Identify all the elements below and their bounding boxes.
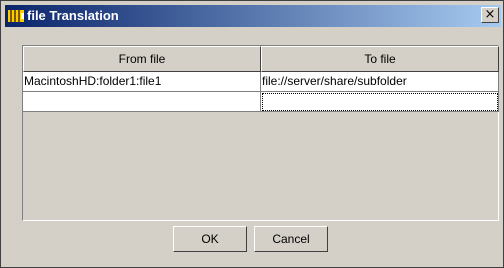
- column-header-from-file[interactable]: From file: [23, 46, 261, 72]
- table-row[interactable]: [23, 92, 499, 112]
- to-file-cell[interactable]: [261, 92, 499, 112]
- ok-button[interactable]: OK: [173, 226, 247, 252]
- table-header: From file To file: [23, 46, 499, 72]
- to-file-cell[interactable]: file://server/share/subfolder: [261, 72, 499, 92]
- file-translation-dialog: file Translation × From file To file Mac…: [0, 0, 504, 268]
- from-file-cell[interactable]: [23, 92, 261, 112]
- from-file-cell[interactable]: MacintoshHD:folder1:file1: [23, 72, 261, 92]
- title-bar[interactable]: file Translation ×: [5, 5, 501, 27]
- app-icon: [8, 10, 24, 22]
- translation-table: From file To file MacintoshHD:folder1:fi…: [22, 45, 499, 221]
- cancel-button[interactable]: Cancel: [254, 226, 328, 252]
- table-row[interactable]: MacintoshHD:folder1:file1 file://server/…: [23, 72, 499, 92]
- close-button[interactable]: ×: [481, 7, 499, 23]
- column-header-to-file[interactable]: To file: [261, 46, 499, 72]
- window-title: file Translation: [27, 8, 119, 23]
